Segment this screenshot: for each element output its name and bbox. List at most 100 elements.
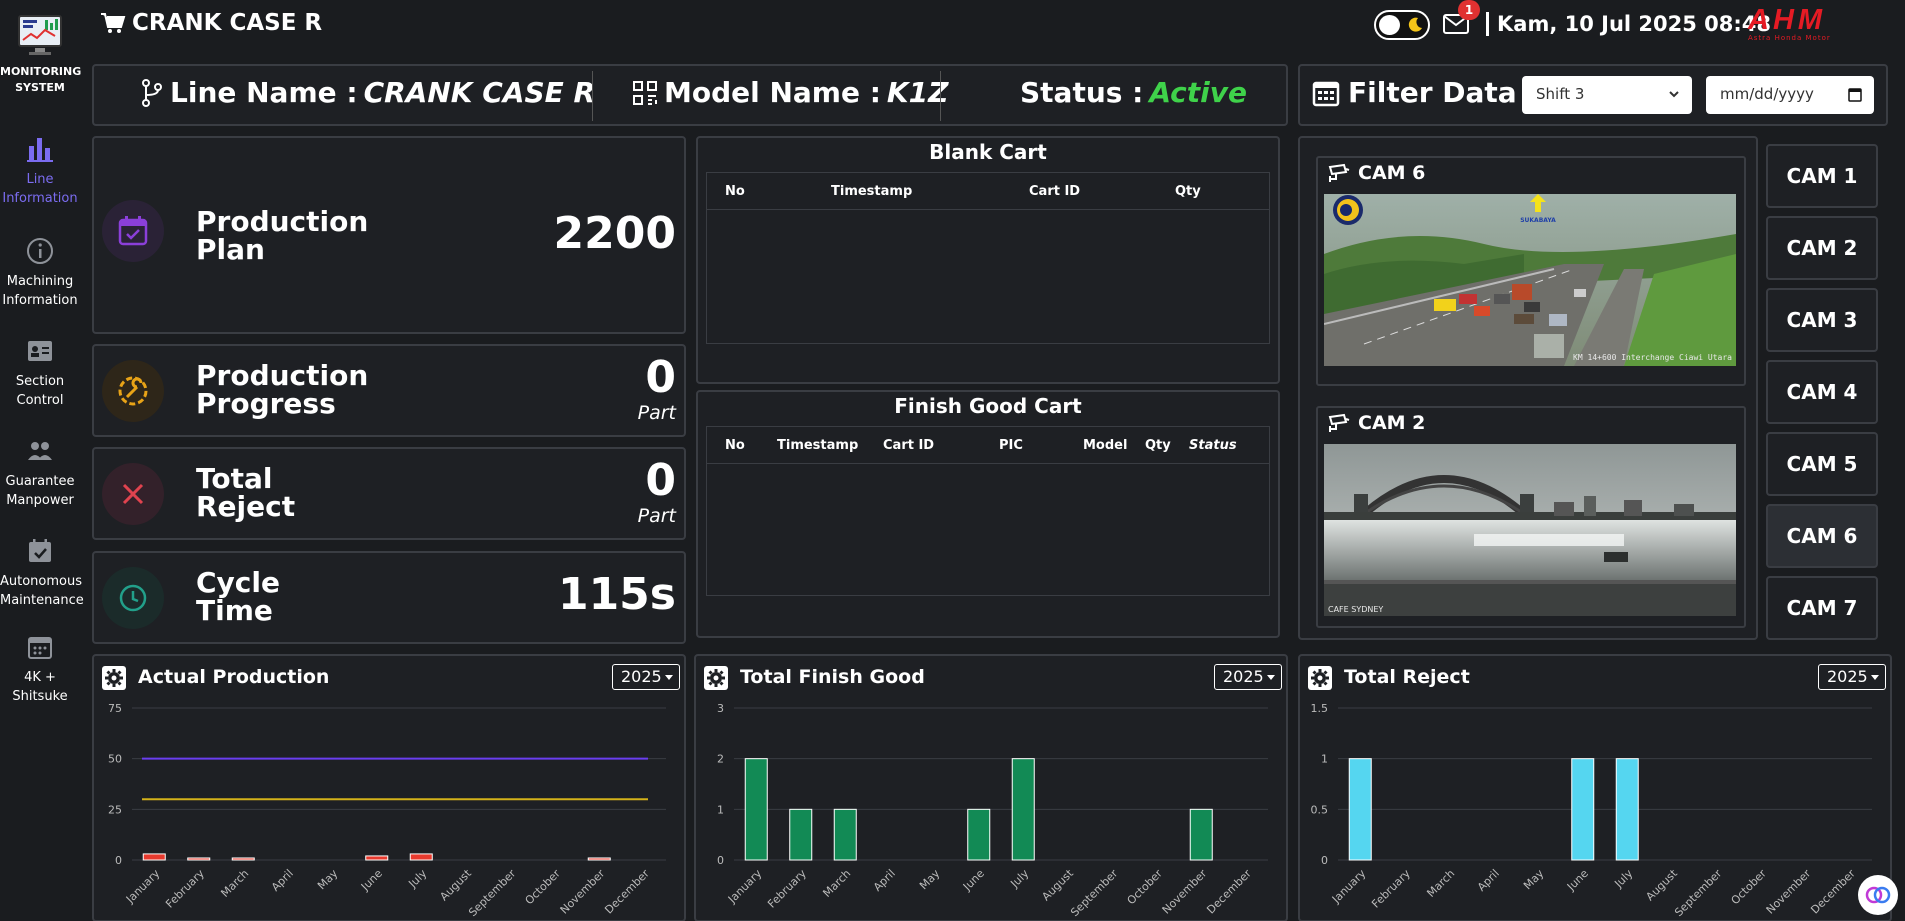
stat-label: Total Reject [196, 462, 296, 523]
calendar-icon[interactable] [1848, 87, 1862, 102]
shift-select[interactable]: Shift 3 [1522, 76, 1692, 114]
page-title-text: CRANK CASE R [132, 10, 323, 36]
sidebar-item-line-information[interactable]: Line Information [0, 134, 80, 208]
year-dropdown[interactable]: 2025 [612, 664, 680, 690]
x-tick-label: October [1125, 867, 1166, 908]
year-dropdown[interactable]: 2025 [1818, 664, 1886, 690]
bar [1615, 758, 1639, 861]
calendar-check-icon [29, 539, 51, 562]
table-title: Finish Good Cart [894, 394, 1082, 418]
model-name-label: Model Name : [664, 76, 881, 109]
stat-label: Production Progress [196, 359, 369, 420]
cam-button[interactable]: CAM 7 [1766, 576, 1878, 640]
x-tick-label: November [1764, 867, 1814, 917]
clock-icon [119, 584, 147, 612]
cam-button-active[interactable]: CAM 6 [1766, 504, 1878, 568]
table-title: Blank Cart [929, 140, 1047, 164]
x-tick-label: July [1007, 867, 1031, 891]
chevron-down-icon [1669, 91, 1679, 98]
column-header: Status [1189, 438, 1237, 453]
x-tick-label: June [1564, 867, 1591, 894]
bar [1011, 758, 1035, 861]
cam-button[interactable]: CAM 4 [1766, 360, 1878, 424]
column-header: Cart ID [883, 438, 935, 453]
topbar: CRANK CASE R 1 Kam, 10 Jul 2025 08:48 AH… [80, 0, 1905, 52]
x-tick-label: November [558, 867, 608, 917]
column-header: No [725, 438, 745, 453]
table-body [706, 464, 1270, 596]
line-info-bar: Line Name : CRANK CASE R Model Name : K1… [92, 64, 1288, 126]
x-tick-label: January [123, 867, 163, 907]
sidebar-item-section-control[interactable]: Section Control [0, 336, 80, 410]
x-tick-label: October [523, 867, 564, 908]
blank-cart-table: Blank Cart No Timestamp Cart ID Qty [698, 138, 1270, 358]
year-dropdown[interactable]: 2025 [1214, 664, 1282, 690]
toggle-knob [1379, 15, 1400, 35]
gear-icon[interactable] [102, 666, 126, 690]
x-tick-label: January [725, 867, 765, 907]
sidebar-item-autonomous-maintenance[interactable]: Autonomous Maintenance [0, 536, 84, 610]
stat-value: 2200 [553, 208, 676, 259]
date-input[interactable]: mm/dd/yyyy [1706, 76, 1874, 114]
y-tick-label: 0.5 [1311, 803, 1329, 816]
x-tick-label: February [163, 867, 207, 911]
page-title: CRANK CASE R [100, 10, 322, 36]
calendar-check-icon [118, 216, 148, 246]
stat-unit: Part [637, 402, 676, 424]
app-root: MONITORING SYSTEM Line Information Machi… [0, 0, 1905, 921]
bar [365, 855, 389, 861]
bar [587, 857, 611, 861]
close-icon [122, 483, 144, 505]
branch-icon [142, 78, 162, 107]
camera-title: CAM 6 [1328, 162, 1425, 184]
cam-button[interactable]: CAM 5 [1766, 432, 1878, 496]
sidebar-item-machining-information[interactable]: Machining Information [0, 236, 80, 310]
cam-button[interactable]: CAM 1 [1766, 144, 1878, 208]
brand[interactable]: MONITORING SYSTEM [0, 14, 81, 96]
chart-total-finish-good: Total Finish Good 2025 0 1 2 3 January Februa… [694, 654, 1288, 921]
x-tick-label: August [437, 866, 474, 903]
stat-icon-bg [102, 463, 164, 525]
gear-icon[interactable] [704, 666, 728, 690]
status-label: Status : [1020, 76, 1144, 109]
camera-feed-harbour[interactable]: CAFE SYDNEY [1324, 444, 1736, 616]
bar-chart-icon [27, 138, 53, 162]
camera-feed-highway[interactable]: SUKABAYA KM 14+600 Interchange Ciawi Uta… [1324, 194, 1736, 366]
date-input-placeholder: mm/dd/yyyy [1720, 85, 1814, 103]
assistant-button[interactable] [1858, 875, 1898, 915]
stat-production-progress: Production Progress 0 Part [92, 344, 686, 437]
y-tick-label: 1.5 [1311, 702, 1329, 715]
stat-label: Cycle Time [196, 566, 280, 627]
y-tick-label: 50 [108, 753, 122, 766]
chart-title: Total Finish Good [740, 666, 925, 688]
gear-icon[interactable] [1308, 666, 1332, 690]
y-tick-label: 0 [115, 854, 122, 867]
chart-plot: 0 25 50 75 January February March April May June J… [108, 702, 666, 919]
cart-icon [101, 13, 126, 33]
chart-title: Total Reject [1344, 666, 1470, 688]
x-tick-label: May [1521, 867, 1547, 893]
column-header: Qty [1175, 184, 1201, 199]
table-header: No Timestamp Cart ID PIC Model Qty Statu… [706, 426, 1270, 464]
caret-icon [1871, 675, 1879, 680]
camera-panel: CAM 2 CAFE SYDNEY [1316, 406, 1746, 628]
camera-panel: CAM 6 SUKABAYA KM 14+600 Interchange Cia… [1316, 156, 1746, 386]
x-tick-label: April [269, 867, 296, 894]
chart-plot: 0 0.5 1 1.5 January February March April May June… [1311, 702, 1872, 919]
camera-sign-text: SUKABAYA [1520, 217, 1556, 224]
sidebar-item-4k-shitsuke[interactable]: 4K + Shitsuke [0, 632, 80, 706]
calendar-grid-icon [1312, 81, 1340, 106]
cam-button[interactable]: CAM 2 [1766, 216, 1878, 280]
finish-good-cart-card: Finish Good Cart No Timestamp Cart ID PI… [696, 390, 1280, 638]
divider [940, 71, 941, 121]
x-tick-label: November [1160, 867, 1210, 917]
chart-actual-production: Actual Production 2025 0 25 50 75 January Feb… [92, 654, 686, 921]
sidebar-item-guarantee-manpower[interactable]: Guarantee Manpower [0, 436, 80, 510]
bar [187, 857, 211, 861]
cam-button[interactable]: CAM 3 [1766, 288, 1878, 352]
x-tick-label: March [218, 867, 251, 900]
theme-toggle[interactable] [1374, 10, 1430, 40]
qr-scan-icon [633, 80, 657, 105]
sidebar-item-label: Line Information [2, 172, 78, 206]
blank-cart-card: Blank Cart No Timestamp Cart ID Qty [696, 136, 1280, 384]
